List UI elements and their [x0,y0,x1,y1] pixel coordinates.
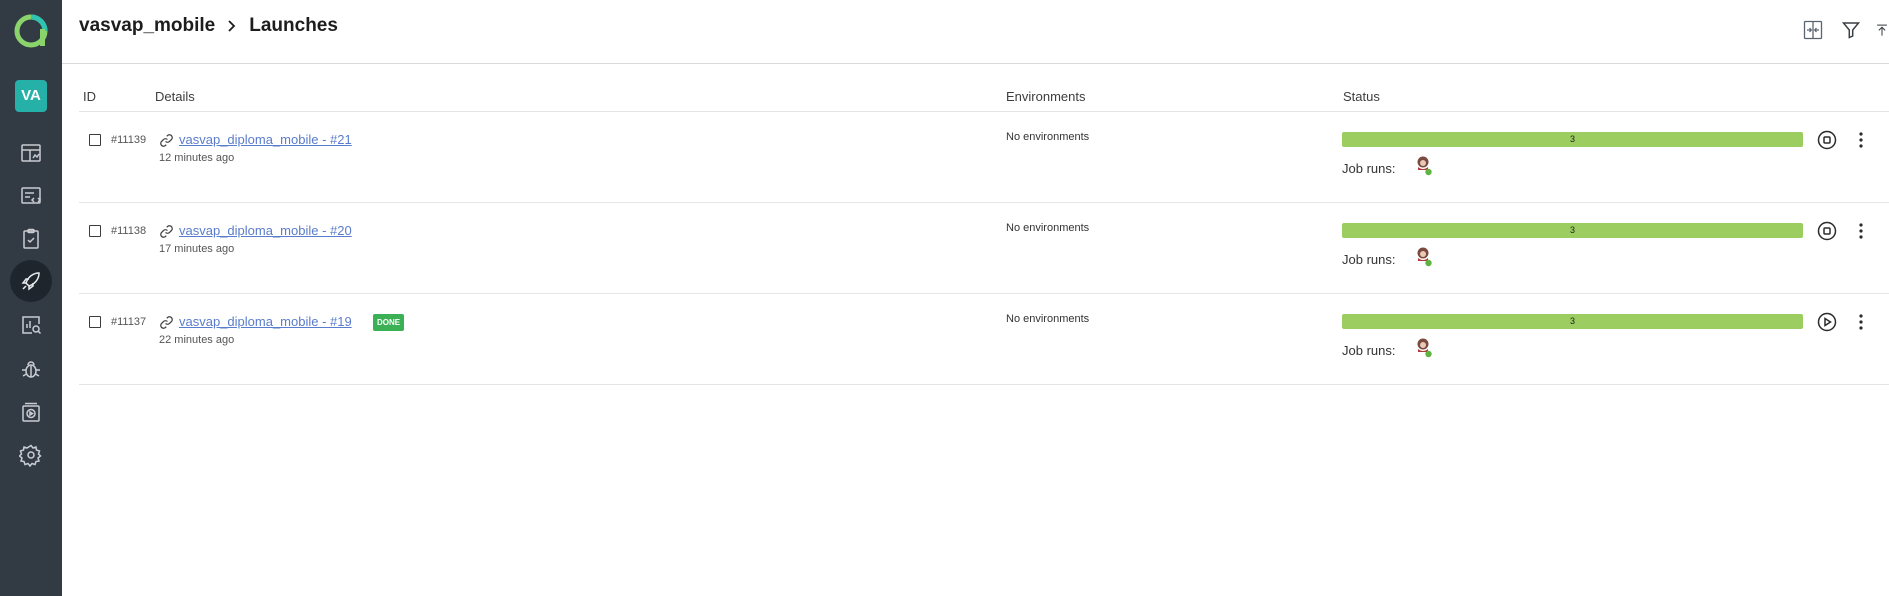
link-icon [160,316,173,329]
sidebar-item-defects[interactable] [10,348,52,390]
launches-table: ID Details Environments Status #11139 va… [79,64,1889,385]
sidebar-item-analytics[interactable] [10,304,52,346]
stop-launch-icon[interactable] [1817,130,1837,150]
link-icon [160,225,173,238]
filter-icon [1841,22,1861,39]
launch-environments: No environments [1006,222,1090,234]
filter-button[interactable] [1837,16,1865,44]
jobs-icon [22,402,40,422]
status-progress-bar[interactable]: 3 [1342,132,1803,147]
sidebar-item-launches[interactable] [10,260,52,302]
sidebar-item-test-cases[interactable] [10,175,52,217]
defects-icon [22,361,40,378]
job-runner-avatar-icon[interactable] [1414,245,1434,269]
more-vertical-icon[interactable] [1853,312,1869,332]
launches-icon [21,272,40,291]
page-header: vasvap_mobile Launches [62,0,1889,64]
sidebar: VA [0,0,62,596]
status-badge: DONE [373,314,405,331]
merge-icon [1803,20,1823,40]
table-row[interactable]: #11138 vasvap_diploma_mobile - #20 17 mi… [79,203,1889,294]
launch-time: 22 minutes ago [159,334,235,346]
page-title: Launches [249,15,338,36]
launch-link[interactable]: vasvap_diploma_mobile - #20 [179,223,352,238]
launch-id: #11138 [111,225,147,237]
header-actions [1799,16,1889,44]
status-progress-bar[interactable]: 3 [1342,223,1803,238]
upload-icon [1877,24,1887,36]
launch-id: #11139 [111,134,147,146]
more-vertical-icon[interactable] [1853,221,1869,241]
analytics-icon [22,316,42,335]
column-header-environments[interactable]: Environments [1006,89,1085,104]
stop-launch-icon[interactable] [1817,221,1837,241]
sidebar-item-jobs[interactable] [10,391,52,433]
table-row[interactable]: #11137 vasvap_diploma_mobile - #19 DONE … [79,294,1889,385]
column-header-details[interactable]: Details [155,89,195,104]
column-header-id[interactable]: ID [83,89,96,104]
launch-link[interactable]: vasvap_diploma_mobile - #19 [179,314,352,329]
job-runner-avatar-icon[interactable] [1414,336,1434,360]
column-header-status[interactable]: Status [1343,89,1380,104]
row-checkbox[interactable] [89,225,101,237]
row-checkbox[interactable] [89,134,101,146]
settings-icon [19,444,42,467]
launch-time: 12 minutes ago [159,152,235,164]
link-icon [160,134,173,147]
sidebar-item-dashboards[interactable] [10,132,52,174]
breadcrumb-project[interactable]: vasvap_mobile [79,15,215,37]
launch-id: #11137 [111,316,147,328]
dashboard-icon [21,144,41,162]
test-plans-icon [23,228,39,249]
breadcrumb: vasvap_mobile Launches [79,15,338,37]
more-vertical-icon[interactable] [1853,130,1869,150]
upload-button[interactable] [1875,16,1889,44]
row-checkbox[interactable] [89,316,101,328]
launch-time: 17 minutes ago [159,243,235,255]
job-runs-label: Job runs: [1342,252,1396,267]
job-runs-label: Job runs: [1342,343,1396,358]
sidebar-item-test-plans[interactable] [10,218,52,260]
allure-logo-icon[interactable] [13,13,49,49]
merge-launches-button[interactable] [1799,16,1827,44]
launch-link[interactable]: vasvap_diploma_mobile - #21 [179,132,352,147]
job-runs-label: Job runs: [1342,161,1396,176]
test-cases-icon [21,187,42,204]
launch-environments: No environments [1006,313,1090,325]
launch-environments: No environments [1006,131,1090,143]
table-header: ID Details Environments Status [79,64,1889,112]
project-avatar[interactable]: VA [15,80,47,112]
chevron-right-icon [228,20,236,32]
app: VA vasvap_mobile Launches ID Details Env… [0,0,1889,596]
table-row[interactable]: #11139 vasvap_diploma_mobile - #21 12 mi… [79,112,1889,203]
status-progress-bar[interactable]: 3 [1342,314,1803,329]
sidebar-item-settings[interactable] [10,434,52,476]
job-runner-avatar-icon[interactable] [1414,154,1434,178]
rerun-launch-icon[interactable] [1817,312,1837,332]
